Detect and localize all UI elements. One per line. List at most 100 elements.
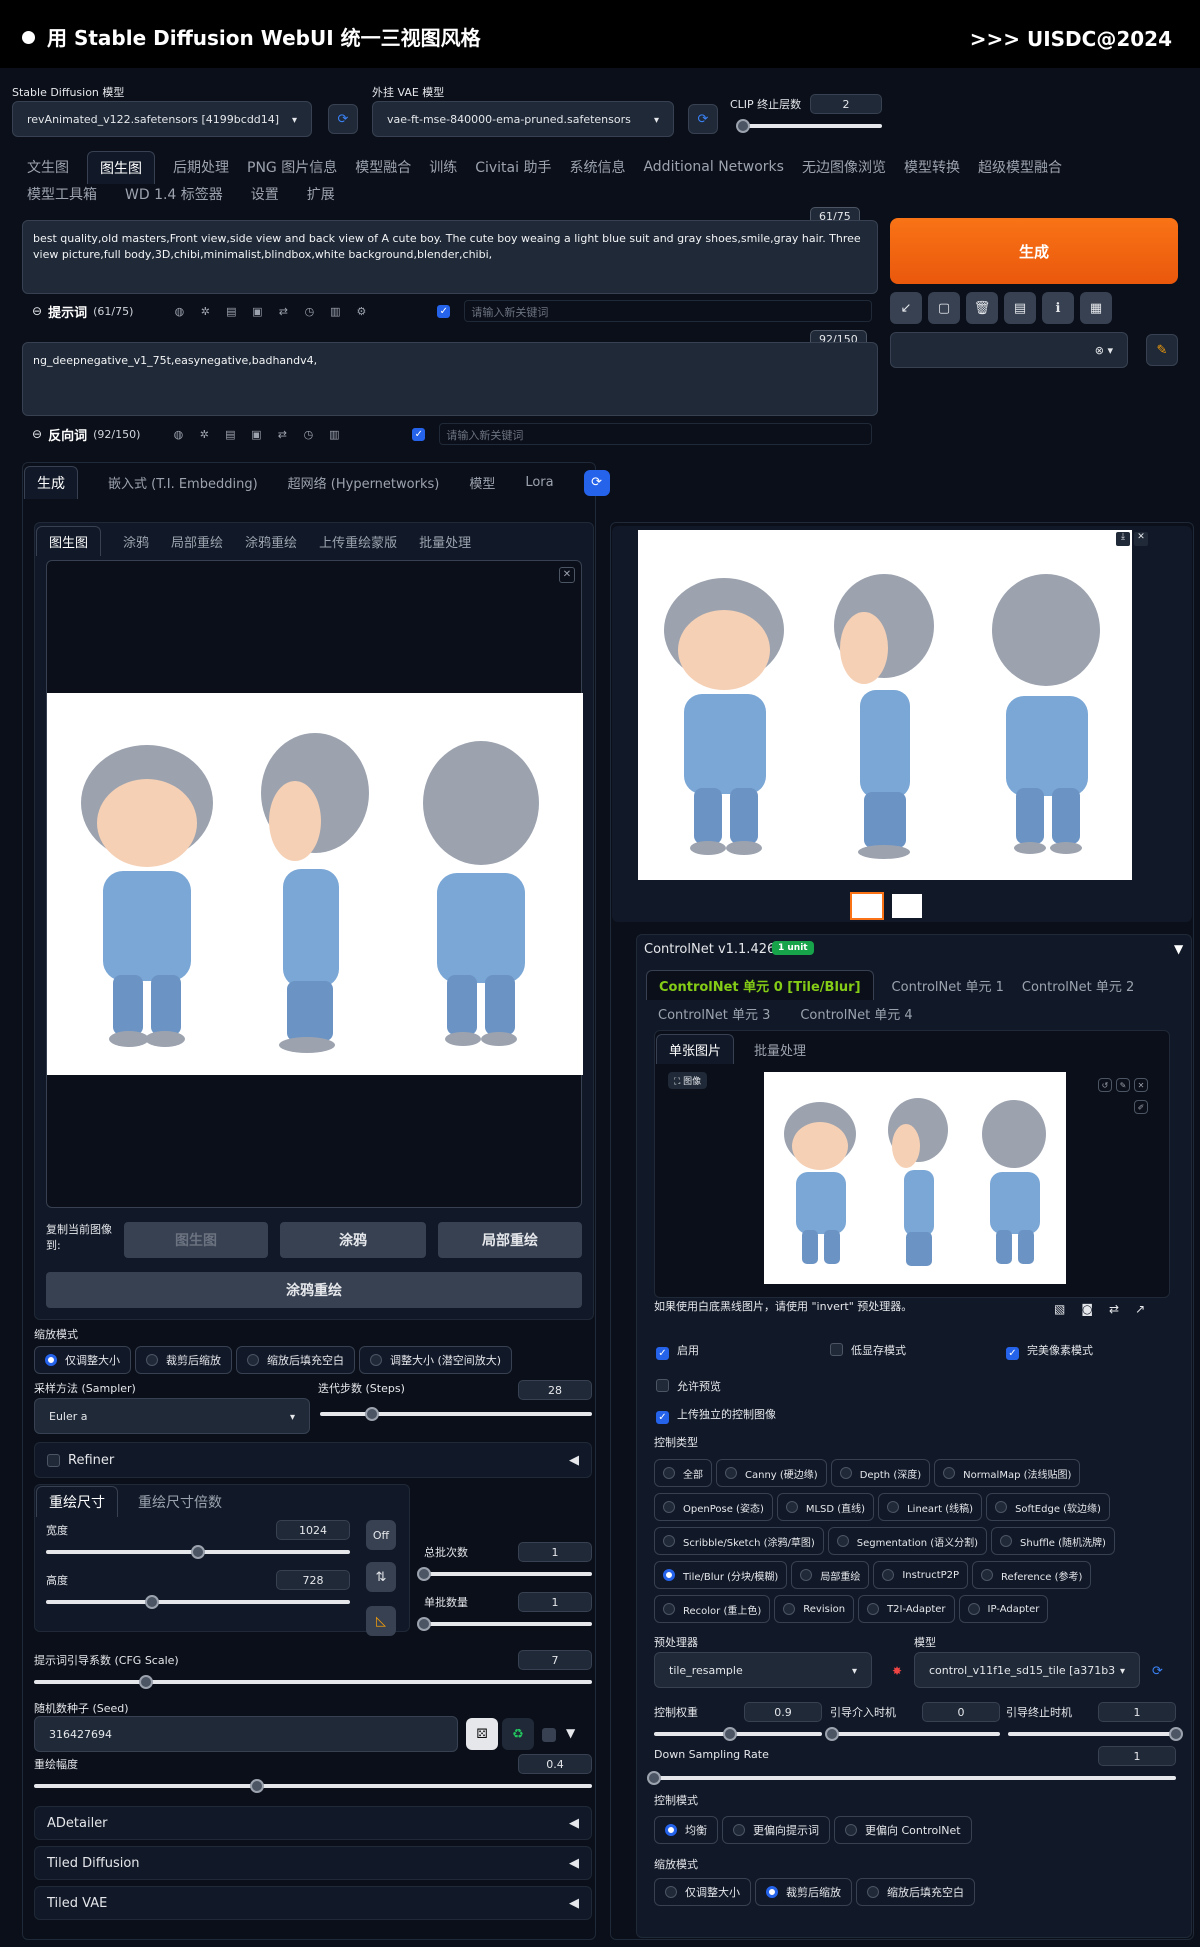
cn-resize-crop[interactable]: 裁剪后缩放 — [755, 1878, 852, 1906]
denoise-slider[interactable] — [34, 1779, 592, 1793]
control-type-recolor[interactable]: Recolor (重上色) — [654, 1595, 771, 1623]
download-icon[interactable]: ⤓ — [1116, 532, 1130, 546]
control-type-ip-adapter[interactable]: IP-Adapter — [958, 1595, 1049, 1623]
control-type-mlsd[interactable]: MLSD (直线) — [776, 1493, 875, 1521]
resize-opt-fill[interactable]: 缩放后填充空白 — [236, 1346, 355, 1374]
clear-icon[interactable]: ⊗ ▾ — [1095, 344, 1113, 357]
arrow-icon[interactable]: ↙ — [890, 292, 922, 324]
control-type-shuffle[interactable]: Shuffle (随机洗牌) — [991, 1527, 1115, 1555]
slider-handle[interactable] — [1169, 1727, 1183, 1741]
history-icon[interactable]: ◷ — [298, 424, 318, 444]
cn-resize-fill[interactable]: 缩放后填充空白 — [856, 1878, 975, 1906]
keyword-checkbox[interactable]: ✓ — [412, 427, 426, 441]
tab-model-convert[interactable]: 模型转换 — [904, 157, 960, 177]
width-value[interactable]: 1024 — [276, 1520, 350, 1540]
preview-checkbox[interactable] — [656, 1379, 669, 1392]
cfg-value[interactable]: 7 — [518, 1650, 592, 1670]
collapse-icon[interactable]: ⊖ — [32, 427, 42, 441]
copy-icon[interactable]: ▤ — [220, 424, 240, 444]
adetailer-accordion[interactable]: ADetailer ◀ — [34, 1806, 592, 1840]
control-type-scribble[interactable]: Scribble/Sketch (涂鸦/草图) — [654, 1527, 824, 1555]
off-button[interactable]: Off — [366, 1520, 396, 1550]
tab-batch-images[interactable]: 批量处理 — [754, 1040, 806, 1059]
keyword-input[interactable]: 请输入新关键词 — [439, 423, 872, 445]
tab-unit-4[interactable]: ControlNet 单元 4 — [800, 1004, 912, 1023]
clipboard-icon[interactable]: ▤ — [1004, 292, 1036, 324]
tab-generate[interactable]: 生成 — [24, 466, 78, 499]
sd-model-select[interactable]: revAnimated_v122.safetensors [4199bcdd14… — [12, 101, 312, 137]
tab-wd-tagger[interactable]: WD 1.4 标签器 — [125, 184, 223, 204]
resize-opt-latent[interactable]: 调整大小 (潜空间放大) — [359, 1346, 513, 1374]
close-icon[interactable]: ✕ — [1134, 532, 1148, 546]
tab-unit-3[interactable]: ControlNet 单元 3 — [658, 1004, 770, 1023]
preprocessor-select[interactable]: tile_resample — [654, 1652, 872, 1688]
negative-textarea[interactable]: ng_deepnegative_v1_75t,easynegative,badh… — [22, 342, 878, 416]
gear-icon[interactable]: ✲ — [194, 424, 214, 444]
weight-slider[interactable] — [654, 1727, 822, 1741]
tab-unit-1[interactable]: ControlNet 单元 1 — [892, 976, 1004, 995]
guidance-end-slider[interactable] — [1008, 1727, 1183, 1741]
refresh-icon[interactable]: ⟳ — [583, 469, 610, 496]
control-type-inpaint[interactable]: 局部重绘 — [791, 1561, 870, 1589]
keyword-checkbox[interactable]: ✓ — [437, 304, 451, 318]
lowvram-option[interactable]: 低显存模式 — [830, 1342, 906, 1358]
prompt-textarea[interactable]: best quality,old masters,Front view,side… — [22, 220, 878, 294]
cn-model-select[interactable]: control_v11f1e_sd15_tile [a371b3 — [914, 1652, 1140, 1688]
translate-icon[interactable]: ◍ — [168, 424, 188, 444]
tab-model[interactable]: 模型 — [469, 473, 495, 492]
pixel-perfect-option[interactable]: ✓ 完美像素模式 — [1006, 1342, 1093, 1360]
control-type-normalmap[interactable]: NormalMap (法线贴图) — [934, 1459, 1081, 1487]
slider-handle[interactable] — [364, 1407, 379, 1421]
tiled-diffusion-accordion[interactable]: Tiled Diffusion ◀ — [34, 1846, 592, 1880]
steps-slider[interactable] — [320, 1407, 592, 1421]
weight-value[interactable]: 0.9 — [744, 1702, 822, 1722]
control-mode-controlnet[interactable]: 更偏向 ControlNet — [834, 1816, 972, 1844]
copy-inpaint-sketch-button[interactable]: 涂鸦重绘 — [46, 1272, 582, 1308]
generate-button[interactable]: 生成 — [890, 218, 1178, 284]
guidance-start-slider[interactable] — [825, 1727, 1000, 1741]
trash-icon[interactable]: ▥ — [324, 424, 344, 444]
downsample-slider[interactable] — [647, 1771, 1176, 1785]
copy-icon[interactable]: ▤ — [221, 301, 241, 321]
batch-size-value[interactable]: 1 — [518, 1592, 592, 1612]
dice-icon[interactable]: ⚄ — [466, 1718, 498, 1750]
control-type-all[interactable]: 全部 — [654, 1459, 712, 1487]
close-icon[interactable]: ✕ — [1134, 1078, 1148, 1092]
undo-icon[interactable]: ↺ — [1098, 1078, 1112, 1092]
output-image[interactable] — [638, 530, 1132, 880]
new-canvas-icon[interactable]: ▧ — [1054, 1302, 1065, 1316]
copy-inpaint-button[interactable]: 局部重绘 — [438, 1222, 582, 1258]
tab-merge[interactable]: 模型融合 — [355, 157, 411, 177]
recycle-icon[interactable]: ♻ — [502, 1718, 534, 1750]
info-icon[interactable]: ℹ — [1042, 292, 1074, 324]
tab-super-merge[interactable]: 超级模型融合 — [978, 157, 1062, 177]
preview-option[interactable]: 允许预览 — [656, 1378, 721, 1394]
tab-unit-2[interactable]: ControlNet 单元 2 — [1022, 976, 1134, 995]
refresh-icon[interactable]: ⟳ — [688, 104, 718, 134]
paste-icon[interactable]: ▣ — [247, 301, 267, 321]
image-dropzone[interactable]: ✕ — [46, 560, 583, 1208]
tab-img2img[interactable]: 图生图 — [87, 150, 155, 184]
control-type-segmentation[interactable]: Segmentation (语义分割) — [827, 1527, 988, 1555]
copy-img2img-button[interactable]: 图生图 — [124, 1222, 268, 1258]
camera-icon[interactable]: ◙ — [1081, 1302, 1093, 1316]
lowvram-checkbox[interactable] — [830, 1343, 843, 1356]
refresh-icon[interactable]: ⟳ — [328, 104, 358, 134]
control-type-t2i-adapter[interactable]: T2I-Adapter — [858, 1595, 955, 1623]
control-type-lineart[interactable]: Lineart (线稿) — [878, 1493, 983, 1521]
tab-txt2img[interactable]: 文生图 — [27, 157, 69, 177]
upload-independent-checkbox[interactable]: ✓ — [656, 1411, 669, 1424]
control-type-canny[interactable]: Canny (硬边缘) — [716, 1459, 827, 1487]
slider-handle[interactable] — [417, 1617, 431, 1631]
swap-icon[interactable]: ⇄ — [272, 424, 292, 444]
tab-embedding[interactable]: 嵌入式 (T.I. Embedding) — [108, 473, 258, 492]
collapse-triangle-icon[interactable]: ▼ — [1174, 942, 1183, 956]
tab-civitai[interactable]: Civitai 助手 — [475, 157, 551, 177]
send-icon[interactable]: ↗ — [1135, 1302, 1145, 1316]
width-slider[interactable] — [46, 1545, 350, 1559]
pencil-icon[interactable]: ✎ — [1146, 334, 1178, 366]
batch-count-slider[interactable] — [417, 1567, 592, 1581]
chevron-down-icon[interactable]: ▼ — [566, 1726, 575, 1740]
tab-settings[interactable]: 设置 — [251, 184, 279, 204]
tab-hypernetworks[interactable]: 超网络 (Hypernetworks) — [288, 473, 440, 492]
